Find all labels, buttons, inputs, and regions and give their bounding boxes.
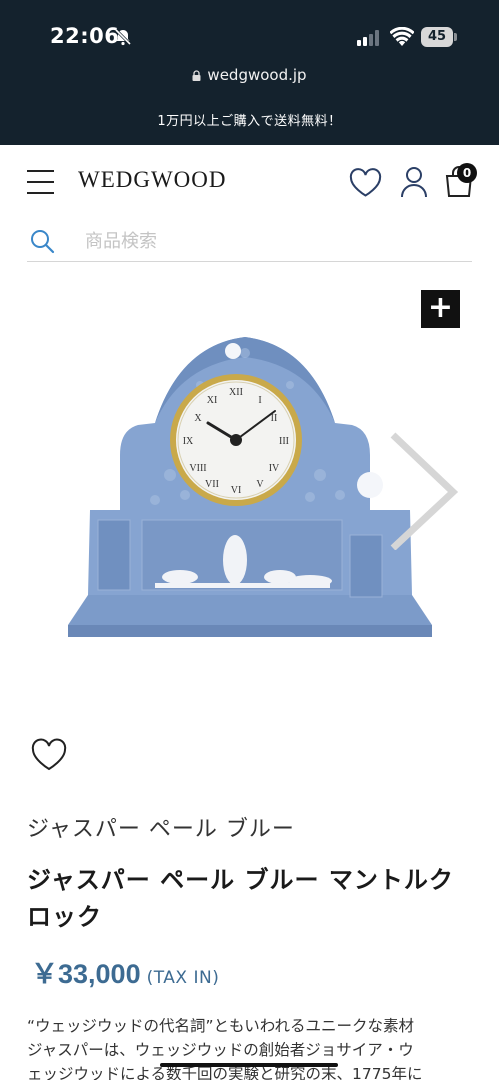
site-logo[interactable]: WEDGWOOD	[78, 167, 227, 193]
product-image-mantel-clock: XIIVI IX III XI I IIIV VVII VIIIX	[68, 337, 432, 637]
browser-chrome: 22:06 45 wedgwood.jp 1万円以上ご購入で送料無料！	[0, 0, 499, 145]
search-input[interactable]	[85, 226, 465, 256]
description-line: “ウェッジウッドの代名詞”ともいわれるユニークな素材	[27, 1017, 414, 1035]
menu-bar	[27, 181, 54, 183]
svg-text:I: I	[258, 395, 261, 406]
battery-level: 45	[421, 27, 453, 47]
menu-bar	[27, 170, 54, 172]
wifi-icon	[390, 27, 414, 46]
cellular-signal-icon	[357, 30, 379, 46]
search-bar	[27, 222, 472, 262]
svg-text:V: V	[256, 479, 264, 490]
svg-text:IV: IV	[269, 463, 280, 474]
promo-banner[interactable]: 1万円以上ご購入で送料無料！	[0, 110, 499, 129]
product-price: ￥33,000	[31, 959, 141, 989]
svg-text:IX: IX	[183, 436, 194, 447]
svg-text:XI: XI	[207, 395, 218, 406]
wishlist-heart-icon[interactable]	[349, 168, 382, 198]
text-highlight-underline	[160, 1063, 338, 1067]
svg-text:VIII: VIII	[189, 463, 206, 474]
lock-icon	[192, 70, 201, 81]
url-text: wedgwood.jp	[207, 66, 307, 84]
add-to-favorites-heart-icon[interactable]	[30, 738, 68, 772]
battery-indicator: 45	[421, 27, 457, 47]
menu-bar	[27, 192, 54, 194]
zoom-plus-button[interactable]: +	[421, 290, 460, 328]
status-time: 22:06	[50, 24, 120, 48]
address-bar[interactable]: wedgwood.jp	[0, 66, 499, 84]
battery-cap	[454, 33, 457, 41]
next-image-chevron-icon[interactable]	[385, 430, 465, 550]
svg-text:VI: VI	[231, 485, 242, 496]
bell-off-icon	[114, 28, 132, 46]
search-icon[interactable]	[29, 228, 55, 254]
svg-text:VII: VII	[205, 479, 219, 490]
cart-count-badge[interactable]: 0	[457, 163, 477, 183]
tax-label: (TAX IN)	[146, 968, 220, 988]
svg-text:III: III	[279, 436, 289, 447]
product-description: “ウェッジウッドの代名詞”ともいわれるユニークな素材 ジャスパーは、ウェッジウッ…	[27, 1014, 472, 1080]
menu-icon[interactable]	[27, 170, 55, 194]
price-row: ￥33,000 (TAX IN)	[31, 952, 219, 991]
description-line: ジャスパーは、ウェッジウッドの創始者ジョサイア・ウ	[27, 1041, 414, 1059]
product-series-label: ジャスパー ペール ブルー	[27, 817, 295, 842]
account-icon[interactable]	[400, 166, 428, 198]
product-title: ジャスパー ペール ブルー マントルクロック	[27, 866, 454, 931]
svg-text:X: X	[194, 413, 202, 424]
svg-text:XII: XII	[229, 387, 243, 398]
